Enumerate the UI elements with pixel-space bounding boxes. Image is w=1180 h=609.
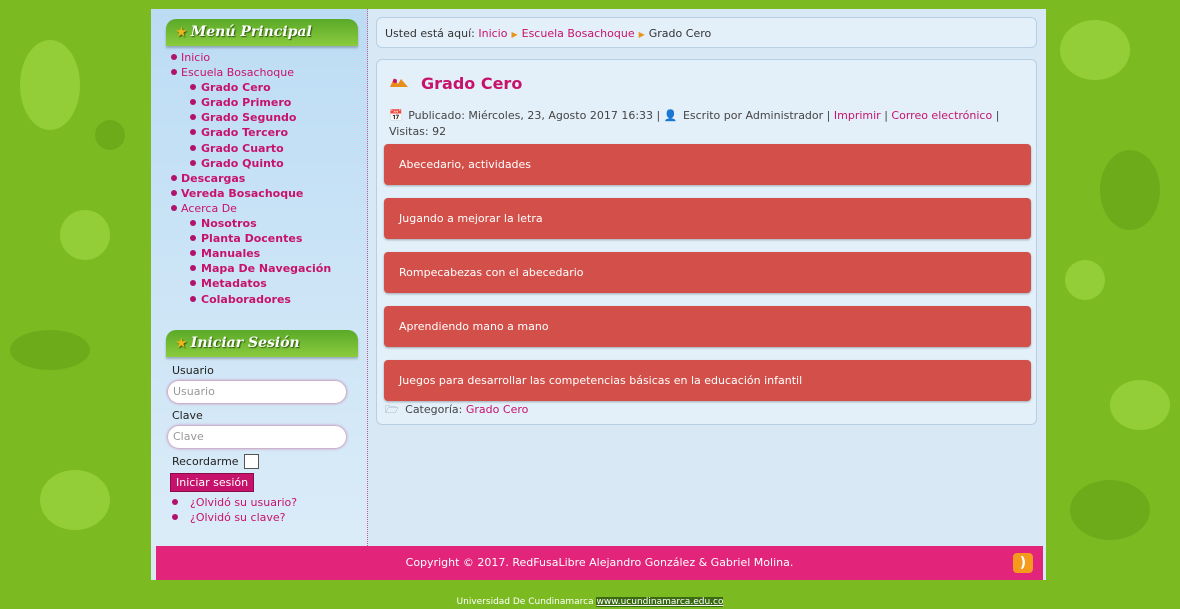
credit-text: Universidad De Cundinamarca	[456, 597, 594, 607]
main-menu-module: ★ Menú Principal Inicio Escuela Bosachoqu…	[166, 19, 358, 307]
category-link[interactable]: Grado Cero	[466, 403, 528, 416]
login-links: ¿Olvidó su usuario? ¿Olvidó su clave?	[172, 495, 358, 525]
menu-item-nosotros[interactable]: Nosotros	[168, 216, 358, 231]
forgot-username-link[interactable]: ¿Olvidó su usuario?	[172, 495, 358, 510]
category-label: Categoría:	[405, 403, 463, 416]
menu-item-grado-segundo[interactable]: Grado Segundo	[168, 110, 358, 125]
remember-row: Recordarme	[172, 454, 358, 469]
email-link[interactable]: Correo electrónico	[891, 109, 992, 122]
menu-item-metadatos[interactable]: Metadatos	[168, 276, 358, 291]
meta-separator: |	[995, 109, 1000, 122]
article: Grado Cero 📅 Publicado: Miércoles, 23, A…	[376, 59, 1037, 425]
menu-item-grado-cero[interactable]: Grado Cero	[168, 80, 358, 95]
chevron-right-icon: ▶	[638, 30, 645, 39]
rss-icon[interactable]: )	[1013, 553, 1033, 573]
login-title: Iniciar Sesión	[190, 335, 300, 351]
login-header: ★ Iniciar Sesión	[166, 330, 358, 357]
remember-checkbox[interactable]	[243, 454, 259, 469]
menu-item-grado-primero[interactable]: Grado Primero	[168, 95, 358, 110]
activity-link[interactable]: Juegos para desarrollar las competencias…	[384, 360, 1031, 401]
menu-item-vereda[interactable]: Vereda Bosachoque	[168, 186, 358, 201]
menu-item-manuales[interactable]: Manuales	[168, 246, 358, 261]
menu-item-inicio[interactable]: Inicio	[168, 50, 358, 65]
activity-link[interactable]: Abecedario, actividades	[384, 144, 1031, 185]
activity-link[interactable]: Aprendiendo mano a mano	[384, 306, 1031, 347]
print-link[interactable]: Imprimir	[834, 109, 881, 122]
menu-item-mapa[interactable]: Mapa De Navegación	[168, 261, 358, 276]
remember-label: Recordarme	[172, 455, 239, 468]
chevron-right-icon: ▶	[511, 30, 518, 39]
menu-item-planta-docentes[interactable]: Planta Docentes	[168, 231, 358, 246]
forgot-password-link[interactable]: ¿Olvidó su clave?	[172, 510, 358, 525]
login-button[interactable]: Iniciar sesión	[170, 473, 255, 492]
article-meta: 📅 Publicado: Miércoles, 23, Agosto 2017 …	[389, 108, 1019, 140]
main-menu-header: ★ Menú Principal	[166, 19, 358, 46]
meta-separator: |	[884, 109, 888, 122]
menu-item-grado-tercero[interactable]: Grado Tercero	[168, 125, 358, 140]
activity-link[interactable]: Jugando a mejorar la letra	[384, 198, 1031, 239]
password-input[interactable]: Clave	[168, 426, 346, 448]
menu-item-descargas[interactable]: Descargas	[168, 171, 358, 186]
published-date: Publicado: Miércoles, 23, Agosto 2017 16…	[408, 109, 661, 122]
main-menu-title: Menú Principal	[190, 24, 312, 40]
footer: Copyright © 2017. RedFusaLibre Alejandro…	[156, 546, 1043, 580]
folder-icon: 🗁	[385, 403, 399, 416]
article-title: Grado Cero	[421, 74, 523, 93]
copyright-text: Copyright © 2017. RedFusaLibre Alejandro…	[405, 556, 794, 569]
menu-item-grado-quinto[interactable]: Grado Quinto	[168, 156, 358, 171]
menu-item-acerca-de[interactable]: Acerca De	[168, 201, 358, 216]
username-label: Usuario	[172, 364, 214, 377]
breadcrumb-current: Grado Cero	[648, 27, 712, 40]
article-title-row: Grado Cero	[389, 74, 522, 93]
visit-count: Visitas: 92	[389, 125, 447, 138]
password-label: Clave	[172, 409, 203, 422]
author: Escrito por Administrador |	[682, 109, 831, 122]
page-container: ★ Menú Principal Inicio Escuela Bosachoqu…	[151, 9, 1046, 580]
username-input[interactable]: Usuario	[168, 381, 346, 403]
breadcrumb-home-link[interactable]: Inicio	[478, 27, 507, 40]
sidebar: ★ Menú Principal Inicio Escuela Bosachoqu…	[151, 9, 368, 546]
breadcrumb-prefix: Usted está aquí:	[385, 27, 475, 40]
activity-link[interactable]: Rompecabezas con el abecedario	[384, 252, 1031, 293]
login-module: ★ Iniciar Sesión Usuario Usuario Clave Cl…	[166, 330, 358, 525]
breadcrumb-escuela-link[interactable]: Escuela Bosachoque	[522, 27, 635, 40]
calendar-icon: 📅	[389, 109, 403, 122]
breadcrumb: Usted está aquí: Inicio ▶ Escuela Bosachoq…	[376, 17, 1037, 48]
credit-line: Universidad De Cundinamarca www.ucundina…	[0, 597, 1180, 607]
menu-item-escuela[interactable]: Escuela Bosachoque	[168, 65, 358, 80]
article-category: 🗁 Categoría: Grado Cero	[385, 401, 528, 420]
user-icon: 👤	[663, 109, 678, 122]
activity-links: Abecedario, actividades Jugando a mejora…	[384, 144, 1031, 414]
star-icon: ★	[176, 25, 187, 39]
category-icon	[389, 74, 409, 93]
main-menu: Inicio Escuela Bosachoque Grado Cero Gra…	[168, 50, 358, 307]
menu-item-grado-cuarto[interactable]: Grado Cuarto	[168, 141, 358, 156]
credit-link[interactable]: www.ucundinamarca.edu.co	[596, 597, 724, 607]
login-form: Usuario Usuario Clave Clave Recordarme I…	[168, 357, 358, 525]
menu-item-colaboradores[interactable]: Colaboradores	[168, 292, 358, 307]
star-icon: ★	[176, 336, 187, 350]
